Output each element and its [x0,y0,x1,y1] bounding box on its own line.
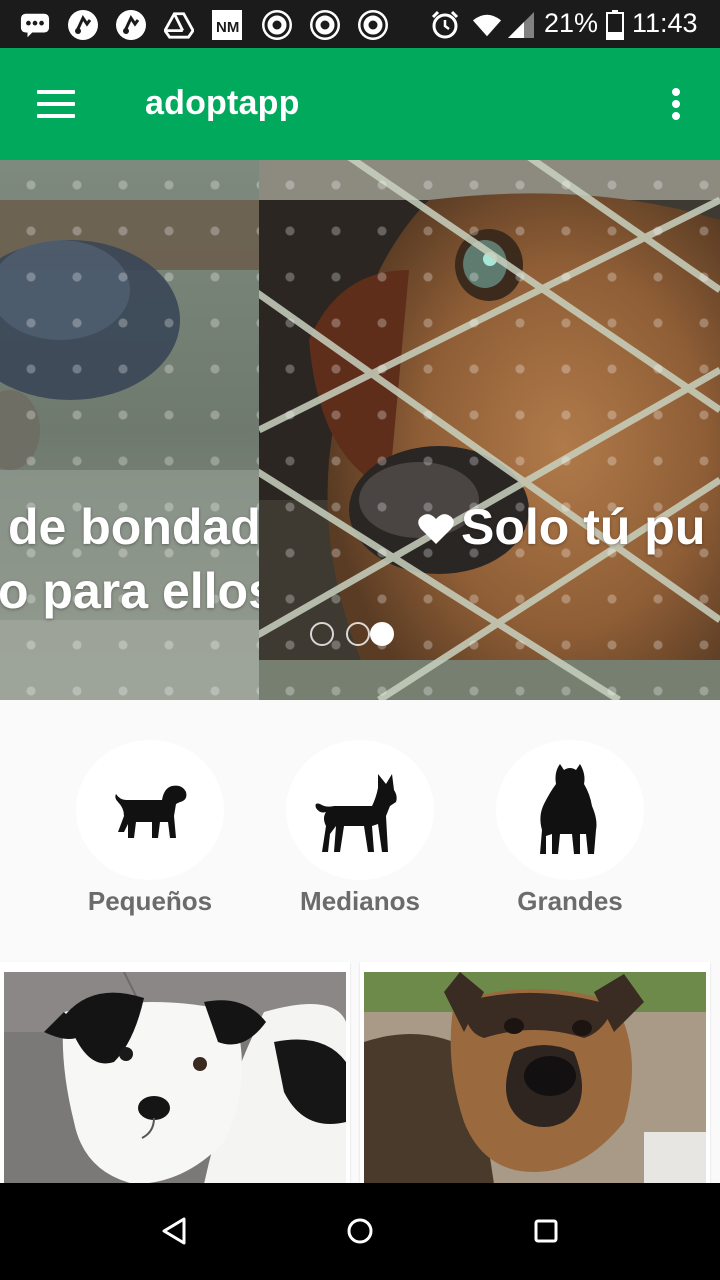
home-icon[interactable] [320,1203,400,1259]
pager-dot-2[interactable] [346,622,370,646]
wifi-icon [472,10,502,40]
chrome-icon [262,10,292,40]
slide-text-headline: Solo tú pu [461,499,706,555]
black-white-terrier-photo [4,972,346,1184]
category-large[interactable]: Grandes [480,740,660,930]
drive-icon [164,10,194,40]
pager-dot-3-active[interactable] [370,622,394,646]
category-small[interactable]: Pequeños [60,740,240,930]
chrome-icon [358,10,388,40]
hero-carousel[interactable]: de bondad o para ellos Solo tú pu [0,160,720,700]
messages-icon [20,10,50,40]
carousel-pager [310,622,410,646]
pet-card[interactable] [0,962,350,1184]
recents-icon[interactable] [506,1203,586,1259]
back-icon[interactable] [134,1203,214,1259]
german-shepherd-photo [364,972,706,1184]
more-vert-icon[interactable] [656,80,696,128]
system-nav-bar [0,1183,720,1280]
music-icon [68,10,98,40]
signal-icon [506,10,536,40]
category-medium[interactable]: Medianos [270,740,450,930]
small-dog-icon [76,740,224,880]
chrome-icon [310,10,340,40]
pet-grid [0,950,720,1184]
carousel-slide-previous[interactable]: de bondad o para ellos [0,160,259,700]
battery-icon [600,10,630,40]
alarm-icon [430,10,460,40]
slide-text-line-1: de bondad [8,499,259,555]
battery-percent: 21% [544,8,599,38]
clock: 11:43 [632,8,698,38]
category-medium-label: Medianos [300,886,420,916]
pager-dot-1[interactable] [310,622,334,646]
size-categories: Pequeños Medianos Grandes [0,700,720,950]
news-icon: NM [212,10,242,40]
hamburger-menu-icon[interactable] [20,80,92,128]
category-large-label: Grandes [517,886,623,916]
slide-text-main: Solo tú pu [417,498,705,556]
carousel-slide-current[interactable]: Solo tú pu [259,160,720,700]
heart-icon [418,514,454,544]
slide-photo-dog-behind-fence [259,160,720,700]
status-bar: NM 21% 11:43 [0,0,720,48]
category-small-label: Pequeños [87,886,213,916]
slide-text-line-2: o para ellos [0,563,259,619]
medium-dog-icon [286,740,434,880]
app-title: adoptapp [145,84,300,122]
large-dog-icon [496,740,644,880]
music-icon [116,10,146,40]
svg-text:NM: NM [216,19,239,36]
pet-photo [364,972,706,1184]
app-toolbar: adoptapp [0,48,720,160]
app-root: NM 21% 11:43 adoptapp de bondad o para e… [0,0,720,1280]
pet-card[interactable] [360,962,710,1184]
pet-photo [4,972,346,1184]
